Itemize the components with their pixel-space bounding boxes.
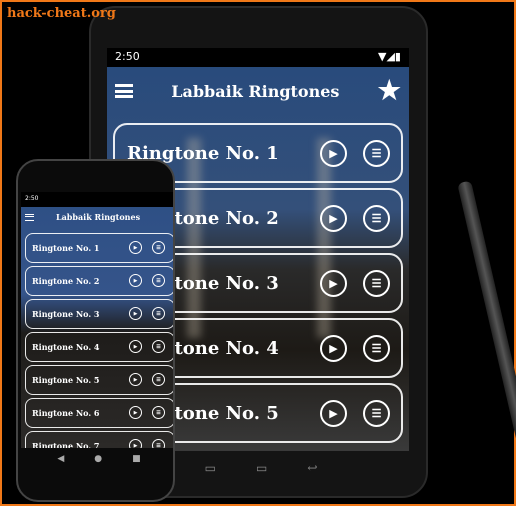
- menu-icon[interactable]: ☰: [152, 307, 165, 320]
- app-bar: Labbaik Ringtones ★: [107, 67, 409, 115]
- tablet-nav-bar: ▭ ▭ ↩: [191, 451, 331, 485]
- play-icon[interactable]: ▶: [129, 373, 142, 386]
- recents-button[interactable]: ▭: [205, 461, 216, 475]
- ringtone-row[interactable]: Ringtone No. 5 ▶ ☰: [25, 365, 173, 395]
- ringtone-row[interactable]: Ringtone No. 6 ▶ ☰: [25, 398, 173, 428]
- menu-icon[interactable]: ☰: [152, 241, 165, 254]
- play-icon[interactable]: ▶: [320, 270, 347, 297]
- recents-button[interactable]: ■: [132, 454, 141, 464]
- menu-icon[interactable]: ☰: [152, 406, 165, 419]
- menu-icon[interactable]: ☰: [363, 140, 390, 167]
- phone-nav-bar: ◀ ● ■: [21, 448, 173, 470]
- ringtone-title: Ringtone No. 3: [32, 309, 100, 319]
- status-icons: ▼◢▮: [378, 50, 401, 63]
- play-icon[interactable]: ▶: [129, 307, 142, 320]
- ringtone-title: Ringtone No. 2: [32, 276, 100, 286]
- play-icon[interactable]: ▶: [320, 140, 347, 167]
- ringtone-title: Ringtone No. 6: [32, 408, 100, 418]
- menu-icon[interactable]: ☰: [363, 335, 390, 362]
- home-button[interactable]: ●: [94, 454, 102, 464]
- ringtone-title: Ringtone No. 1: [32, 243, 100, 253]
- star-icon[interactable]: ★: [378, 76, 401, 106]
- ringtone-row[interactable]: Ringtone No. 1 ▶ ☰: [25, 233, 173, 263]
- phone-app-bar: Labbaik Ringtones: [21, 207, 173, 227]
- ringtone-row[interactable]: Ringtone No. 7 ▶ ☰: [25, 431, 173, 448]
- ringtone-row[interactable]: Ringtone No. 2 ▶ ☰: [25, 266, 173, 296]
- ringtone-title: Ringtone No. 4: [32, 342, 100, 352]
- play-icon[interactable]: ▶: [129, 439, 142, 448]
- menu-icon[interactable]: ☰: [152, 439, 165, 448]
- stylus-pen: [457, 180, 516, 486]
- play-icon[interactable]: ▶: [129, 406, 142, 419]
- phone-device: 2:50 Labbaik Ringtones Ringtone No. 1 ▶ …: [16, 159, 175, 502]
- menu-icon[interactable]: ☰: [363, 400, 390, 427]
- phone-app-title: Labbaik Ringtones: [56, 212, 141, 222]
- play-icon[interactable]: ▶: [320, 205, 347, 232]
- menu-icon[interactable]: ☰: [152, 340, 165, 353]
- ringtone-title: Ringtone No. 7: [32, 441, 100, 448]
- play-icon[interactable]: ▶: [129, 274, 142, 287]
- back-button[interactable]: ↩: [307, 461, 317, 475]
- menu-icon[interactable]: ☰: [363, 205, 390, 232]
- menu-icon[interactable]: ☰: [363, 270, 390, 297]
- app-title: Labbaik Ringtones: [171, 81, 340, 101]
- back-button[interactable]: ◀: [57, 454, 64, 464]
- watermark: hack-cheat.org: [7, 6, 116, 21]
- ringtone-row[interactable]: Ringtone No. 3 ▶ ☰: [25, 299, 173, 329]
- hamburger-icon[interactable]: [25, 213, 34, 221]
- menu-icon[interactable]: ☰: [152, 274, 165, 287]
- play-icon[interactable]: ▶: [320, 335, 347, 362]
- phone-status-time: 2:50: [25, 195, 39, 202]
- menu-icon[interactable]: ☰: [152, 373, 165, 386]
- ringtone-title: Ringtone No. 5: [32, 375, 100, 385]
- home-button[interactable]: ▭: [256, 461, 267, 475]
- play-icon[interactable]: ▶: [129, 340, 142, 353]
- phone-status-bar: 2:50: [21, 192, 173, 207]
- status-bar: 2:50 ▼◢▮: [107, 48, 409, 67]
- status-time: 2:50: [115, 50, 140, 63]
- hamburger-icon[interactable]: [115, 84, 133, 98]
- play-icon[interactable]: ▶: [129, 241, 142, 254]
- ringtone-row[interactable]: Ringtone No. 4 ▶ ☰: [25, 332, 173, 362]
- phone-screen: 2:50 Labbaik Ringtones Ringtone No. 1 ▶ …: [21, 192, 173, 448]
- play-icon[interactable]: ▶: [320, 400, 347, 427]
